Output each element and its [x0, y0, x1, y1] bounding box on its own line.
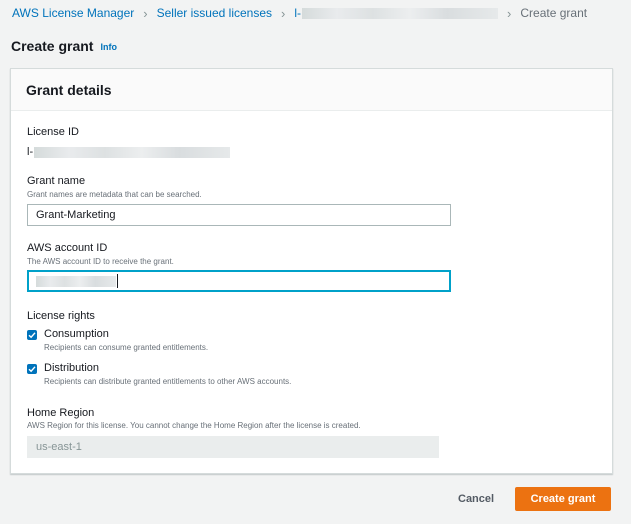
- grant-name-label: Grant name: [27, 175, 86, 187]
- home-region-label: Home Region: [27, 407, 95, 419]
- home-region-value: us-east-1: [36, 441, 82, 453]
- breadcrumb: AWS License Manager › Seller issued lice…: [12, 5, 587, 21]
- text-cursor: [117, 274, 118, 288]
- breadcrumb-license-manager[interactable]: AWS License Manager: [12, 6, 134, 20]
- account-id-label: AWS account ID: [27, 242, 108, 254]
- chevron-right-icon: ›: [281, 5, 286, 21]
- panel-header: Grant details: [11, 69, 612, 111]
- breadcrumb-create-grant: Create grant: [520, 6, 588, 20]
- redacted-license-id: [302, 7, 499, 19]
- page-title: Create grant: [11, 38, 94, 54]
- distribution-checkbox[interactable]: [27, 364, 37, 374]
- cancel-button[interactable]: Cancel: [450, 488, 502, 510]
- consumption-description: Recipients can consume granted entitleme…: [44, 343, 209, 352]
- panel-title: Grant details: [26, 81, 112, 98]
- license-rights-label: License rights: [27, 310, 95, 322]
- grant-name-value: Grant-Marketing: [36, 209, 116, 221]
- chevron-right-icon: ›: [507, 5, 512, 21]
- account-id-input[interactable]: [27, 270, 451, 292]
- grant-name-input[interactable]: Grant-Marketing: [27, 204, 451, 226]
- home-region-input: us-east-1: [27, 436, 439, 458]
- license-id-label: License ID: [27, 126, 79, 138]
- license-id-value: l-: [27, 146, 231, 158]
- redacted-account-id: [36, 275, 116, 287]
- consumption-label[interactable]: Consumption: [44, 328, 109, 340]
- breadcrumb-license-id-prefix: l-: [294, 6, 302, 20]
- breadcrumb-seller-issued-licenses[interactable]: Seller issued licenses: [157, 6, 272, 20]
- account-id-description: The AWS account ID to receive the grant.: [27, 257, 174, 266]
- distribution-label[interactable]: Distribution: [44, 362, 99, 374]
- distribution-description: Recipients can distribute granted entitl…: [44, 377, 292, 386]
- breadcrumb-license-id[interactable]: l-: [294, 6, 499, 20]
- grant-details-panel: Grant details License ID l- Grant name G…: [10, 68, 613, 474]
- grant-name-description: Grant names are metadata that can be sea…: [27, 190, 202, 199]
- checkmark-icon: [28, 332, 36, 339]
- license-id-prefix: l-: [27, 146, 34, 158]
- info-link[interactable]: Info: [100, 42, 117, 52]
- page-title-row: Create grant Info: [11, 38, 117, 54]
- create-grant-button[interactable]: Create grant: [515, 487, 611, 511]
- consumption-checkbox[interactable]: [27, 330, 37, 340]
- chevron-right-icon: ›: [143, 5, 148, 21]
- home-region-description: AWS Region for this license. You cannot …: [27, 421, 361, 430]
- redacted-license-id: [34, 146, 231, 158]
- checkmark-icon: [28, 366, 36, 373]
